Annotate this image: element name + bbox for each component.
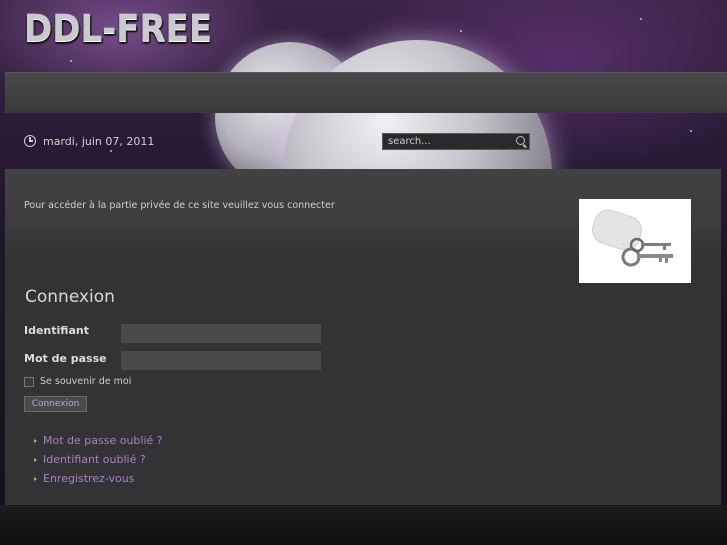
search-icon[interactable] — [516, 136, 525, 145]
clock-icon — [24, 135, 36, 147]
username-label: Identifiant — [24, 324, 89, 337]
date-display: mardi, juin 07, 2011 — [24, 132, 154, 150]
password-label: Mot de passe — [24, 352, 107, 365]
list-item: Enregistrez-vous — [34, 469, 163, 488]
bullet-icon — [34, 476, 37, 481]
star — [460, 30, 462, 32]
login-notice: Pour accéder à la partie privée de ce si… — [24, 200, 335, 211]
username-field[interactable] — [121, 324, 321, 343]
forgot-username-link[interactable]: Identifiant oublié ? — [43, 453, 146, 466]
keys-image — [579, 199, 691, 283]
current-date: mardi, juin 07, 2011 — [43, 134, 155, 148]
list-item: Identifiant oublié ? — [34, 450, 163, 469]
forgot-password-link[interactable]: Mot de passe oublié ? — [43, 434, 163, 447]
login-button[interactable]: Connexion — [24, 396, 87, 412]
remember-me-row: Se souvenir de moi — [24, 376, 131, 387]
search-input[interactable] — [383, 134, 511, 149]
list-item: Mot de passe oublié ? — [34, 431, 163, 450]
bullet-icon — [34, 438, 37, 443]
search-box — [382, 133, 530, 150]
star — [690, 130, 692, 132]
page-title: Connexion — [25, 287, 115, 307]
remember-me-label: Se souvenir de moi — [40, 376, 132, 387]
register-link[interactable]: Enregistrez-vous — [43, 472, 135, 485]
main-panel: Pour accéder à la partie privée de ce si… — [5, 169, 721, 505]
site-logo[interactable]: DDL-FREE — [24, 7, 212, 51]
help-links: Mot de passe oublié ? Identifiant oublié… — [34, 431, 163, 488]
star — [640, 18, 642, 20]
star — [110, 150, 112, 152]
star — [70, 60, 72, 62]
password-field[interactable] — [121, 351, 321, 370]
footer-strip — [0, 505, 727, 545]
remember-me-checkbox[interactable] — [24, 376, 34, 387]
navigation-bar — [5, 72, 727, 113]
bullet-icon — [34, 457, 37, 462]
